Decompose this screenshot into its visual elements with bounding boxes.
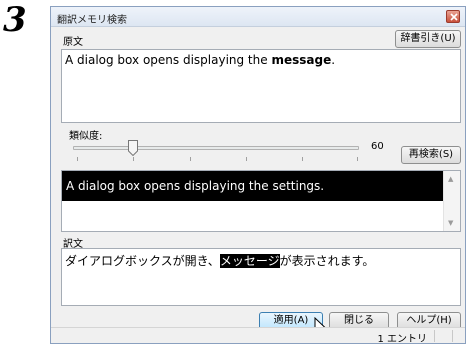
slider-tick xyxy=(302,157,303,161)
close-icon xyxy=(450,13,458,21)
window-title: 翻訳メモリ検索 xyxy=(57,15,127,26)
research-button[interactable]: 再検索(S) xyxy=(401,146,461,164)
translation-text-field[interactable]: ダイアログボックスが開き、メッセージが表示されます。 xyxy=(61,248,461,306)
status-separator xyxy=(434,330,435,342)
similarity-slider-thumb[interactable] xyxy=(128,140,138,156)
entry-count: 1 エントリ xyxy=(377,334,427,344)
similarity-slider-track[interactable] xyxy=(73,146,359,150)
step-number: 3 xyxy=(3,0,27,40)
source-text-field[interactable]: A dialog box opens displaying the messag… xyxy=(61,49,461,123)
dictionary-lookup-button[interactable]: 辞書引き(U) xyxy=(395,30,461,48)
close-window-button[interactable] xyxy=(446,10,460,23)
source-label: 原文 xyxy=(63,37,83,48)
selected-match-row[interactable]: A dialog box opens displaying the settin… xyxy=(62,171,444,201)
status-bar: 1 エントリ xyxy=(51,327,465,343)
match-text: A dialog box opens displaying the settin… xyxy=(66,179,325,193)
highlighted-term: メッセージ xyxy=(219,254,280,268)
slider-tick xyxy=(190,157,191,161)
similarity-label: 類似度: xyxy=(69,131,103,142)
similarity-value: 60 xyxy=(371,141,384,152)
source-text: A dialog box opens displaying the messag… xyxy=(65,53,336,67)
slider-tick xyxy=(77,157,78,161)
scroll-down-icon[interactable]: ▼ xyxy=(448,219,453,227)
tm-search-dialog: 翻訳メモリ検索 原文 辞書引き(U) A dialog box opens di… xyxy=(50,6,466,344)
match-result-list[interactable]: A dialog box opens displaying the settin… xyxy=(61,170,461,232)
translation-text: ダイアログボックスが開き、メッセージが表示されます。 xyxy=(65,254,375,268)
slider-tick xyxy=(133,157,134,161)
status-separator xyxy=(452,330,453,342)
result-scrollbar[interactable]: ▲ ▼ xyxy=(443,171,460,231)
scroll-up-icon[interactable]: ▲ xyxy=(448,175,453,183)
slider-tick xyxy=(357,157,358,161)
title-bar: 翻訳メモリ検索 xyxy=(51,7,465,27)
slider-tick xyxy=(246,157,247,161)
